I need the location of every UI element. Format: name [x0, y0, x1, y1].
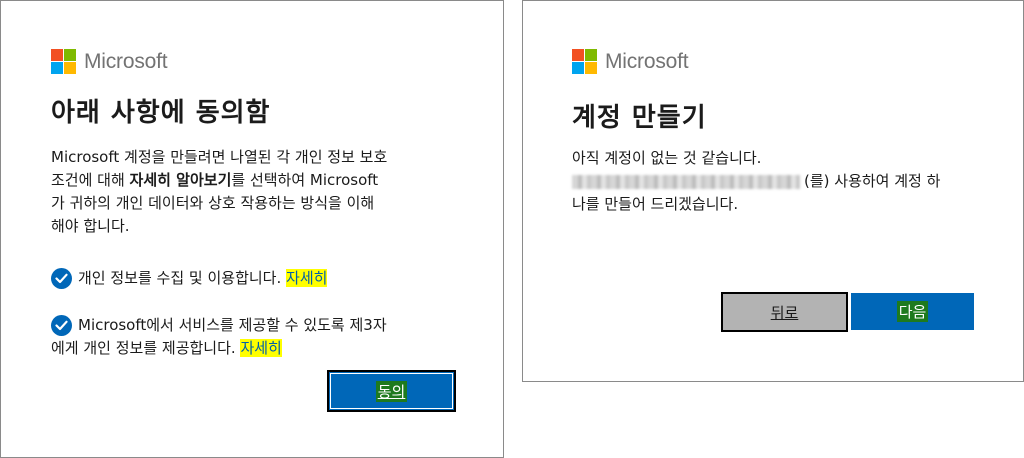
agree-button-label: 동의 — [375, 380, 408, 402]
learn-more-link[interactable]: 자세히 — [286, 269, 328, 287]
page-title: 아래 사항에 동의함 — [51, 98, 271, 128]
consent-item-collect[interactable]: 개인 정보를 수집 및 이용합니다. 자세히 — [51, 266, 328, 290]
learn-more-link[interactable]: 자세히 — [240, 339, 282, 357]
back-button[interactable]: 뒤로 — [721, 292, 848, 332]
microsoft-wordmark: Microsoft — [84, 49, 168, 73]
next-button-label: 다음 — [896, 301, 929, 322]
agree-button[interactable]: 동의 — [327, 370, 456, 412]
consent-item-third-party[interactable]: Microsoft에서 서비스를 제공할 수 있도록 제3자 — [51, 313, 387, 337]
consent-intro: Microsoft 계정을 만들려면 나열된 각 개인 정보 보호 조건에 대해… — [51, 146, 471, 238]
create-account-dialog: Microsoft 계정 만들기 아직 계정이 없는 것 같습니다. (를) 사… — [522, 0, 1024, 382]
account-message: 아직 계정이 없는 것 같습니다. (를) 사용하여 계정 하 나를 만들어 드… — [572, 147, 992, 216]
consent-item-label: Microsoft에서 서비스를 제공할 수 있도록 제3자 — [78, 316, 387, 334]
page-title: 계정 만들기 — [572, 103, 707, 133]
message-line-2: (를) 사용하여 계정 하 — [572, 170, 992, 193]
redacted-email — [572, 174, 800, 189]
next-button[interactable]: 다음 — [851, 293, 974, 330]
intro-line-4: 해야 합니다. — [51, 217, 130, 235]
message-line-3: 나를 만들어 드리겠습니다. — [572, 195, 739, 213]
consent-dialog: Microsoft 아래 사항에 동의함 Microsoft 계정을 만들려면 … — [0, 0, 504, 458]
consent-item-label: 개인 정보를 수집 및 이용합니다. 자세히 — [78, 269, 328, 287]
microsoft-logo: Microsoft — [51, 49, 168, 74]
checkmark-circle-icon[interactable] — [51, 315, 72, 336]
microsoft-wordmark: Microsoft — [605, 49, 689, 73]
learn-more-emphasis: 자세히 알아보기 — [129, 171, 232, 189]
intro-line-1: Microsoft 계정을 만들려면 나열된 각 개인 정보 보호 — [51, 148, 388, 166]
intro-line-3: 가 귀하의 개인 데이터와 상호 작용하는 방식을 이해 — [51, 194, 375, 212]
checkmark-circle-icon[interactable] — [51, 268, 72, 289]
message-line-1: 아직 계정이 없는 것 같습니다. — [572, 149, 762, 167]
intro-line-2: 조건에 대해 자세히 알아보기를 선택하여 Microsoft — [51, 171, 379, 189]
microsoft-logo: Microsoft — [572, 49, 689, 74]
consent-item-third-party-line2: 에게 개인 정보를 제공합니다. 자세히 — [51, 339, 282, 357]
microsoft-logo-icon — [51, 49, 76, 74]
microsoft-logo-icon — [572, 49, 597, 74]
back-button-label: 뒤로 — [770, 303, 799, 322]
